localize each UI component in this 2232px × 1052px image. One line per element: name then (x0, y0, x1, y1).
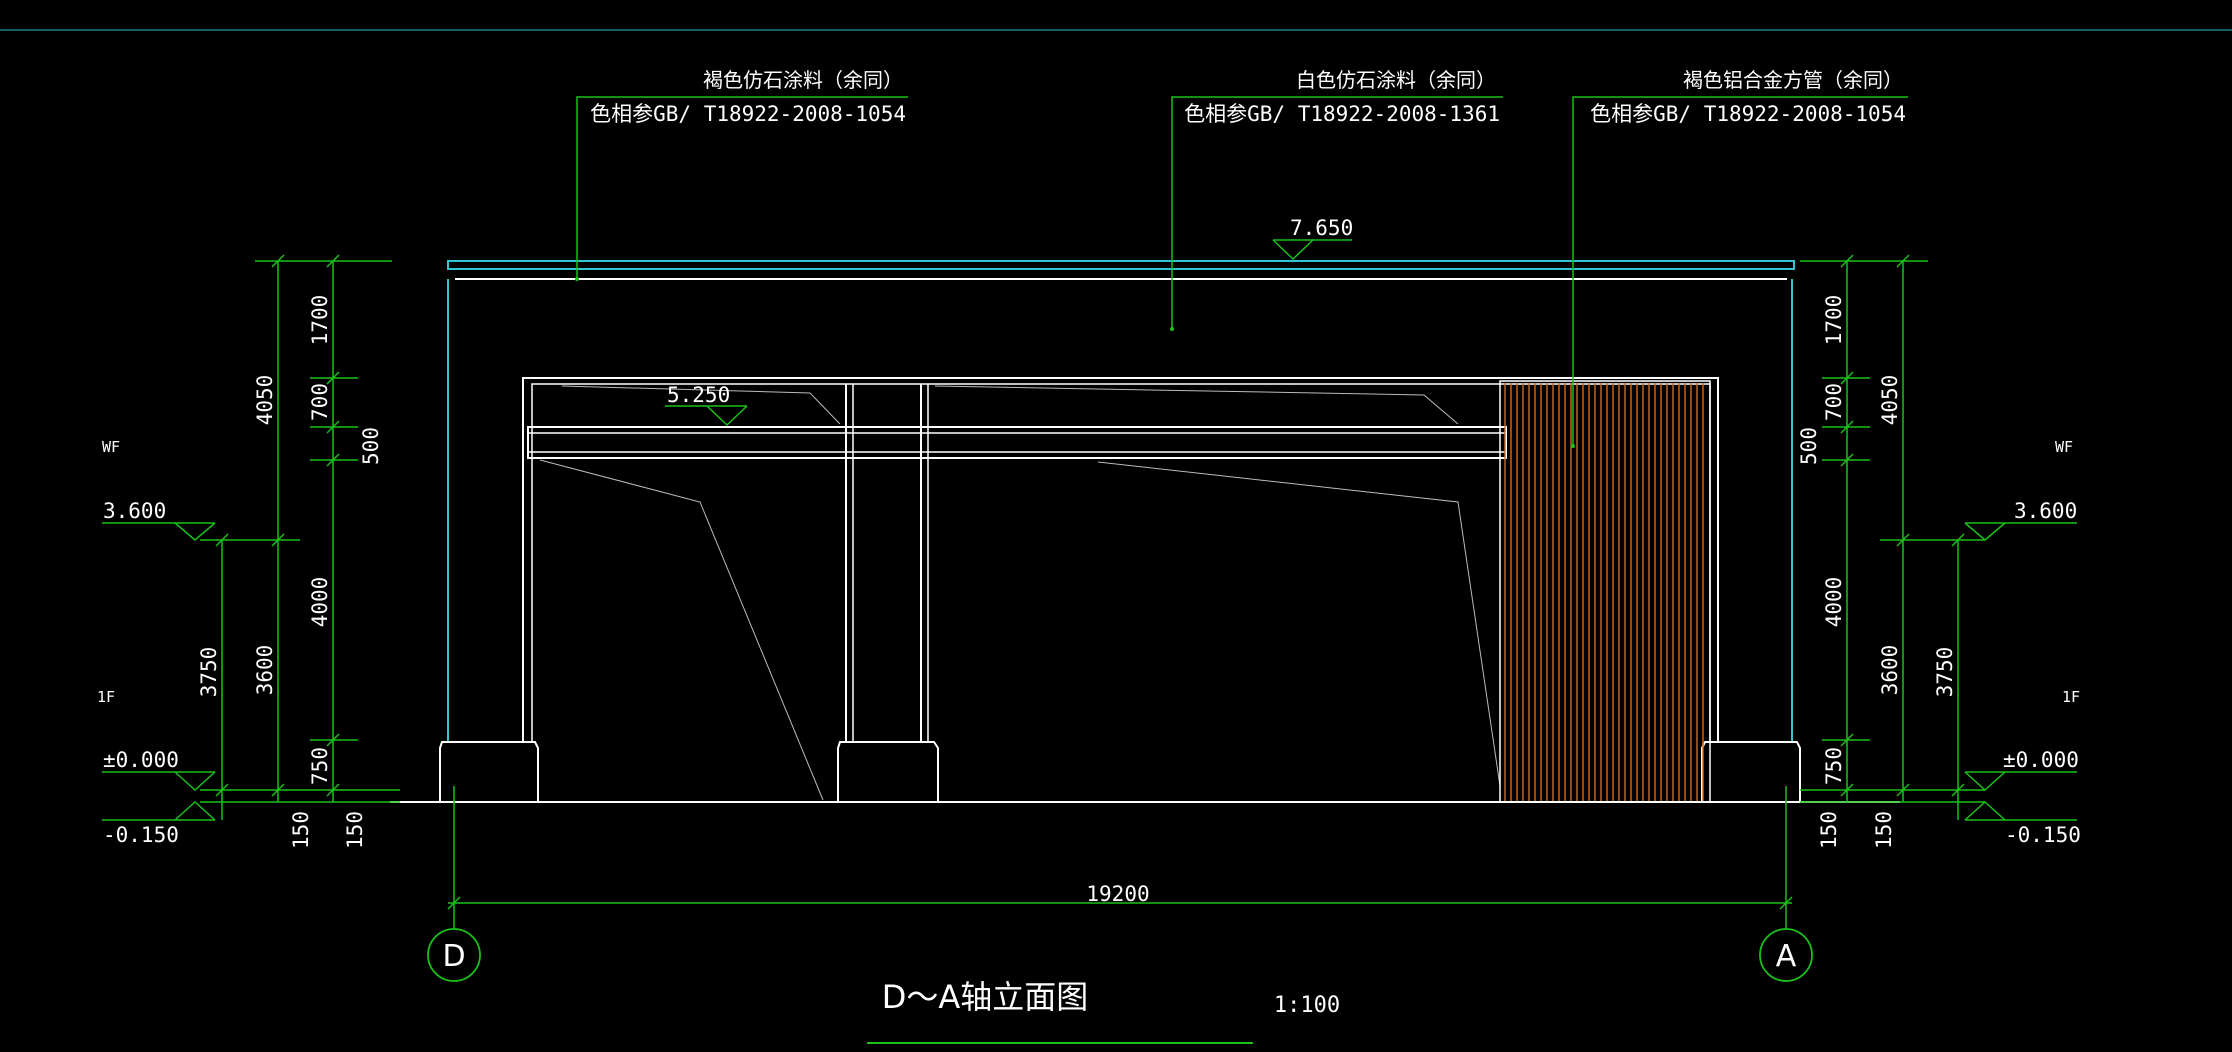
elevation-left-wf-label: 3.600 (103, 499, 166, 523)
leader-dot (1170, 327, 1174, 331)
elevation-right-wf-label: 3.600 (2014, 499, 2077, 523)
dim-right-4050: 4050 (1878, 375, 1902, 426)
drawing-title: D～A轴立面图 (882, 978, 1089, 1016)
dim-right-4000: 4000 (1822, 577, 1846, 628)
axis-label-a: A (1776, 939, 1797, 974)
middle-column-base (837, 741, 939, 803)
dim-left-4050: 4050 (253, 375, 277, 426)
dim-right-1700: 1700 (1822, 295, 1846, 346)
elevation-marker-left-ground (174, 771, 216, 792)
opening-frame-inner (531, 383, 1711, 742)
elevation-left-base-label: -0.150 (103, 823, 179, 847)
callout-3-title: 褐色铝合金方管（余同） (1683, 68, 1903, 92)
dim-left-500: 500 (359, 427, 383, 465)
callout-2-title: 白色仿石涂料（余同） (1296, 68, 1496, 92)
dim-right-500: 500 (1797, 427, 1821, 465)
elevation-marker-left-wf (174, 522, 216, 541)
right-dimension-labels: 1700 700 500 4000 750 4050 3600 3750 150… (1797, 295, 1957, 849)
floor-label-wf-left: WF (102, 438, 120, 456)
dim-left-4000: 4000 (308, 577, 332, 628)
left-dimension-lines (200, 254, 400, 820)
floor-label-1f-right: 1F (2062, 688, 2080, 706)
dim-right-3750: 3750 (1933, 647, 1957, 698)
elevation-beam-label: 5.250 (667, 383, 730, 407)
callout-1-code: 色相参GB/ T18922-2008-1054 (590, 102, 906, 126)
elevation-markers (102, 239, 2077, 821)
callout-1-title: 褐色仿石涂料（余同） (703, 68, 903, 92)
callout-2-code: 色相参GB/ T18922-2008-1361 (1184, 102, 1500, 126)
axis-bubble-right: A (1759, 928, 1813, 982)
dim-right-150b: 150 (1872, 811, 1896, 849)
floor-label-wf-right: WF (2055, 438, 2073, 456)
bottom-dimension (447, 786, 1793, 930)
elevation-right-ground-label: ±0.000 (2003, 748, 2079, 772)
aluminum-slat-panel (1499, 380, 1711, 803)
elevation-marker-top (1272, 239, 1352, 261)
dim-right-3600: 3600 (1878, 645, 1902, 696)
drawing-scale: 1:100 (1274, 993, 1340, 1018)
dim-right-700: 700 (1822, 383, 1846, 421)
dim-left-750: 750 (308, 747, 332, 785)
axis-bubble-left: D (427, 928, 481, 982)
dim-left-3750: 3750 (197, 647, 221, 698)
roof-coping (447, 260, 1795, 270)
elevation-labels: 7.650 5.250 3.600 ±0.000 -0.150 3.600 ±0… (97, 216, 2081, 847)
elevation-marker-right-ground (1964, 771, 2006, 792)
elevation-left-ground-label: ±0.000 (103, 748, 179, 772)
dim-left-3600: 3600 (253, 645, 277, 696)
elevation-marker-right-base (1964, 800, 2006, 821)
reflection-line (1097, 461, 1501, 787)
elevation-marker-left-base (174, 800, 216, 821)
leader-dot (1571, 444, 1575, 448)
callout-leaders (576, 96, 1908, 446)
leader-3 (1572, 96, 1908, 446)
elevation-right-base-label: -0.150 (2005, 823, 2081, 847)
dim-right-750: 750 (1822, 747, 1846, 785)
reflection-line (934, 385, 1459, 425)
leader-dot (575, 277, 579, 281)
floor-label-1f-left: 1F (97, 688, 115, 706)
axis-label-d: D (442, 939, 465, 974)
dim-left-150b: 150 (343, 811, 367, 849)
horizontal-beam (527, 426, 1507, 459)
dim-19200: 19200 (1086, 882, 1149, 906)
callout-3-code: 色相参GB/ T18922-2008-1054 (1590, 102, 1906, 126)
dim-left-700: 700 (308, 383, 332, 421)
reflection-line (539, 459, 824, 801)
leader-2 (1171, 96, 1503, 329)
dim-left-1700: 1700 (308, 295, 332, 346)
elevation-marker-right-wf (1964, 522, 2006, 541)
elevation-marker-beam (706, 405, 748, 427)
slat-lines (1504, 383, 1704, 801)
elevation-drawing: 褐色仿石涂料（余同） 色相参GB/ T18922-2008-1054 白色仿石涂… (0, 29, 2232, 1044)
elevation-top-label: 7.650 (1290, 216, 1353, 240)
dim-left-150a: 150 (289, 811, 313, 849)
dim-right-150a: 150 (1817, 811, 1841, 849)
